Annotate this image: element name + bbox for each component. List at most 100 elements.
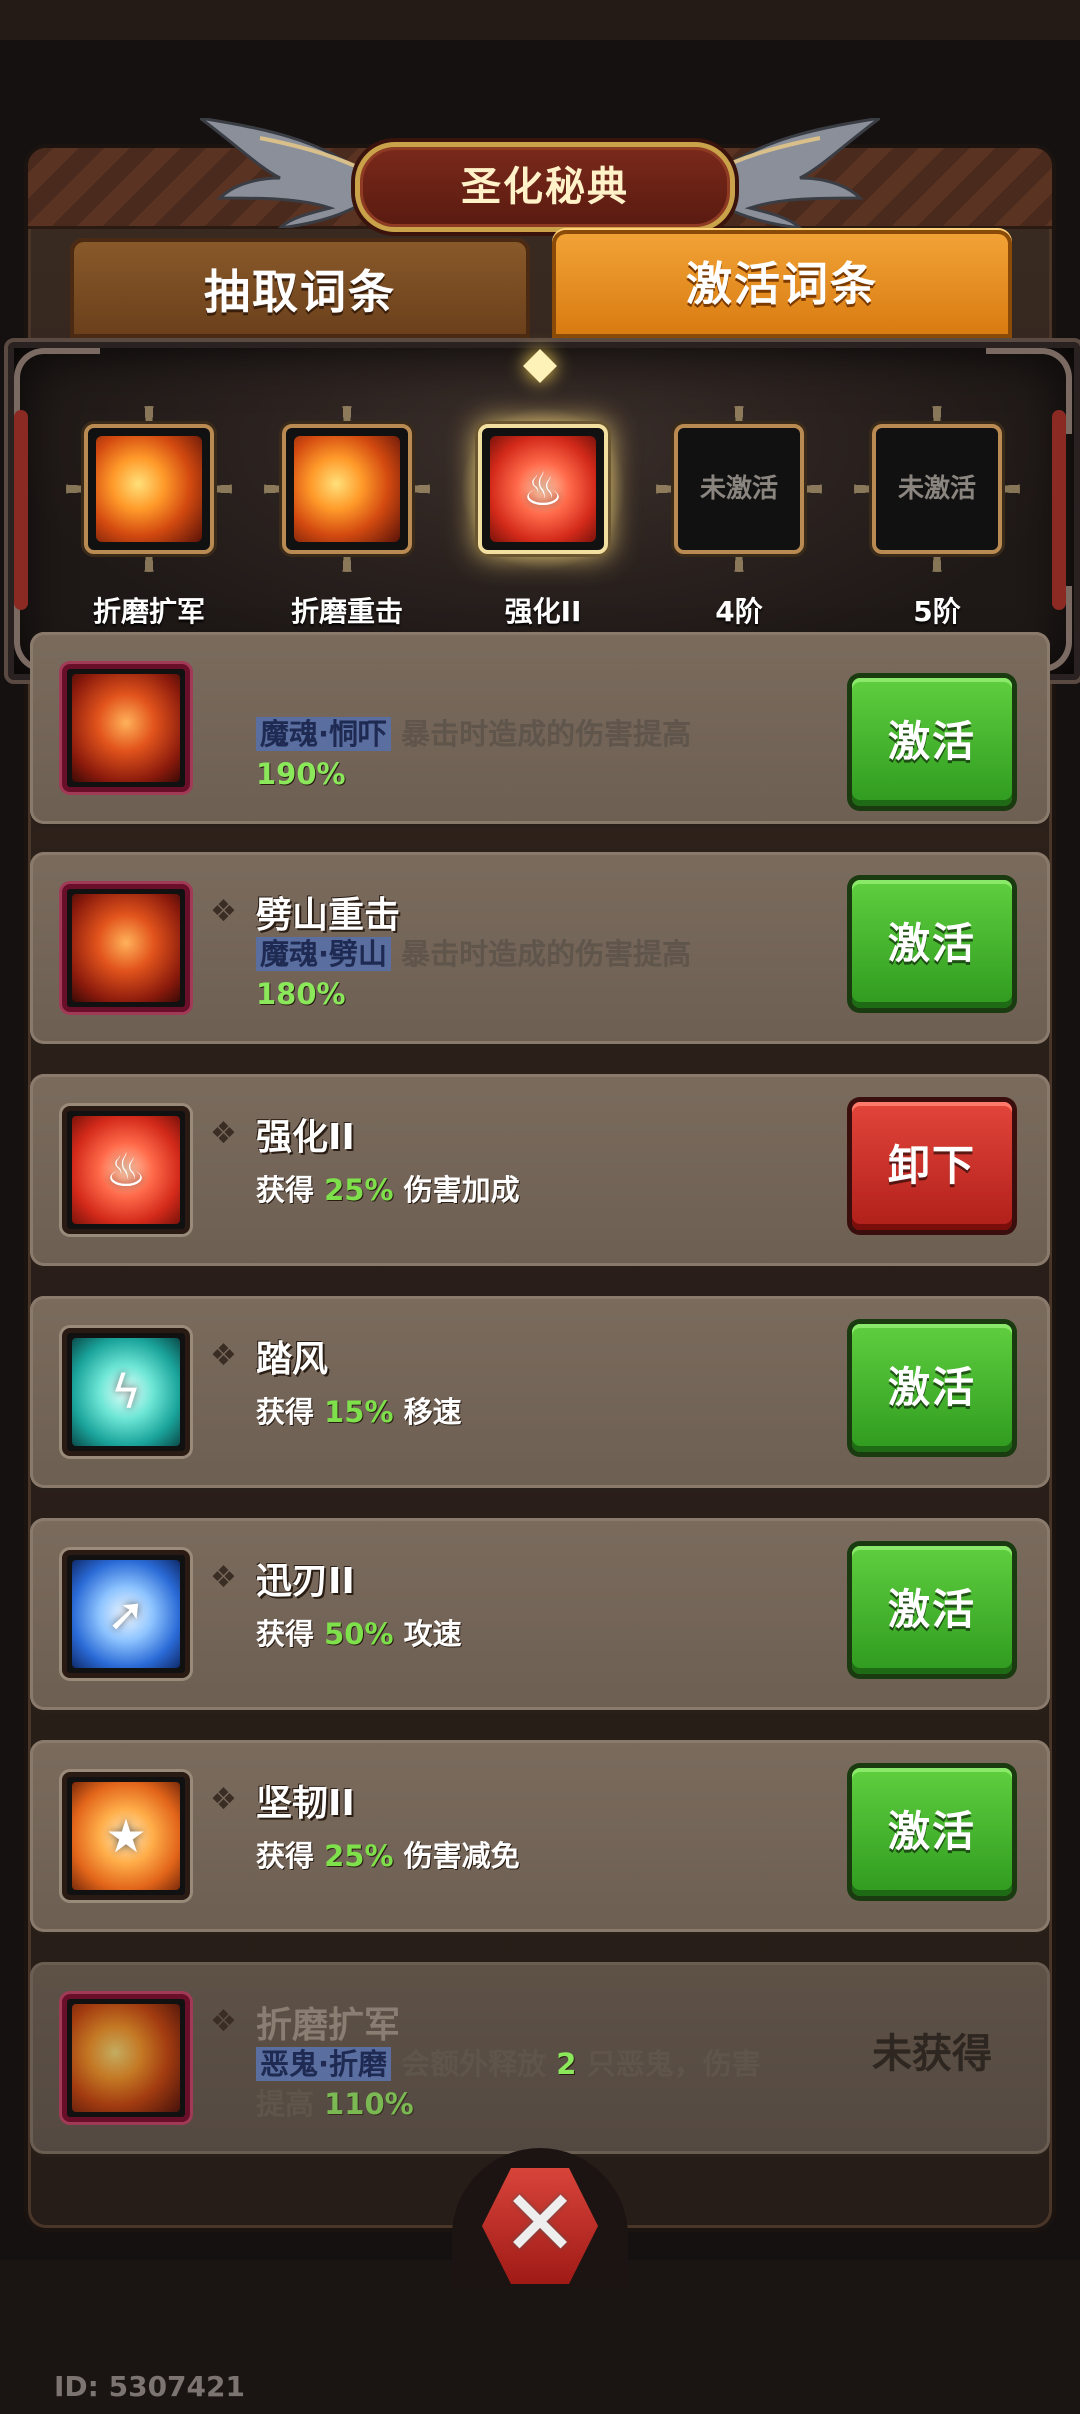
entry-name: 迅刃II [256, 1561, 355, 1602]
diamond-bullet-icon: ❖ [210, 1560, 237, 1595]
entry-name: 踏风 [256, 1339, 329, 1380]
demon-head-icon [72, 894, 180, 1002]
player-id: ID: 5307421 [54, 2370, 245, 2403]
entry-card: ϟ ❖ 踏风 获得 15% 移速 激活 [30, 1296, 1050, 1488]
slot-empty-text: 未激活 [897, 474, 976, 504]
entry-desc-text: 提高 [256, 2087, 315, 2121]
frame-side-bar [1052, 410, 1066, 610]
entry-card: 魔魂·恫吓 暴击时造成的伤害提高 190% 激活 [30, 632, 1050, 824]
close-icon[interactable]: ✕ [482, 2168, 598, 2284]
slot-1[interactable] [66, 406, 232, 572]
slot-1-label: 折磨扩军 [92, 595, 205, 628]
entry-card: ★ ❖ 坚韧II 获得 25% 伤害减免 激活 [30, 1740, 1050, 1932]
wind-boot-icon: ϟ [72, 1338, 180, 1446]
entry-description: 恶鬼·折磨 会额外释放 2 只恶鬼，伤害 提高 110% [256, 2044, 816, 2124]
flame-glyph-icon: ♨ [105, 1143, 147, 1197]
entry-keyword: 魔魂·劈山 [256, 937, 392, 971]
slot-box: 未激活 [872, 424, 1002, 554]
entry-icon-frame: ϟ [62, 1328, 190, 1456]
slot-2[interactable] [264, 406, 430, 572]
entry-value: 25% [324, 1839, 394, 1873]
arrow-glyph-icon: ➚ [106, 1587, 146, 1641]
slot-box [84, 424, 214, 554]
entry-description: 获得 25% 伤害加成 [256, 1170, 816, 1210]
entry-post-text: 伤害减免 [403, 1839, 520, 1873]
slot-box [282, 424, 412, 554]
entry-value: 50% [324, 1617, 394, 1651]
activate-button[interactable]: 激活 [852, 1546, 1012, 1674]
left-wing-icon [200, 118, 370, 228]
slot-box: 未激活 [674, 424, 804, 554]
wind-glyph-icon: ϟ [110, 1365, 142, 1419]
red-burst-icon: ♨ [490, 436, 596, 542]
page-title: 圣化秘典 [355, 142, 735, 232]
entry-pre-text: 获得 [256, 1395, 315, 1429]
fire-orb-icon [96, 436, 202, 542]
entry-name: 强化II [256, 1117, 355, 1158]
tab-draw-entries[interactable]: 抽取词条 [70, 238, 530, 338]
entry-description: 获得 15% 移速 [256, 1392, 816, 1432]
diamond-bullet-icon: ❖ [210, 2004, 237, 2039]
demon-head-icon [72, 674, 180, 782]
shield-star-icon: ★ [72, 1782, 180, 1890]
entry-post-text: 攻速 [403, 1617, 462, 1651]
entry-description: 魔魂·恫吓 暴击时造成的伤害提高 190% [256, 714, 816, 794]
diamond-bullet-icon: ❖ [210, 894, 237, 929]
entry-icon-frame [62, 664, 190, 792]
entry-value: 180% [256, 977, 346, 1011]
entry-desc-text: 暴击时造成的伤害提高 [401, 717, 692, 751]
frame-side-bar [14, 410, 28, 610]
activate-button[interactable]: 激活 [852, 1768, 1012, 1896]
tab-activate-entries[interactable]: 激活词条 [552, 230, 1012, 338]
activate-button[interactable]: 激活 [852, 1324, 1012, 1452]
activate-button[interactable]: 激活 [852, 880, 1012, 1008]
entry-description: 魔魂·劈山 暴击时造成的伤害提高 180% [256, 934, 816, 1014]
star-glyph-icon: ★ [105, 1809, 147, 1863]
entry-value: 190% [256, 757, 346, 791]
entry-keyword: 恶鬼·折磨 [256, 2047, 392, 2081]
fire-orb-icon [72, 2004, 180, 2112]
entry-count: 2 [556, 2047, 577, 2081]
entry-name: 折磨扩军 [256, 2005, 401, 2046]
entry-pre-text: 获得 [256, 1617, 315, 1651]
entry-value: 15% [324, 1395, 394, 1429]
entry-desc-text: 会额外释放 [401, 2047, 547, 2081]
unequip-button[interactable]: 卸下 [852, 1102, 1012, 1230]
entry-icon-frame: ➚ [62, 1550, 190, 1678]
right-wing-icon [710, 118, 880, 228]
entry-card: ➚ ❖ 迅刃II 获得 50% 攻速 激活 [30, 1518, 1050, 1710]
entry-pre-text: 获得 [256, 1173, 315, 1207]
entry-description: 获得 50% 攻速 [256, 1614, 816, 1654]
red-burst-icon: ♨ [72, 1116, 180, 1224]
slot-2-label: 折磨重击 [290, 595, 403, 628]
blade-arrow-icon: ➚ [72, 1560, 180, 1668]
slot-empty-text: 未激活 [699, 474, 778, 504]
entry-icon-frame: ♨ [62, 1106, 190, 1234]
slot-3-label: 强化II [504, 595, 582, 628]
slot-4[interactable]: 未激活 [656, 406, 822, 572]
fire-orb-icon [294, 436, 400, 542]
entry-pre-text: 获得 [256, 1839, 315, 1873]
entry-card: ❖ 折磨扩军 恶鬼·折磨 会额外释放 2 只恶鬼，伤害 提高 110% 未获得 [30, 1962, 1050, 2154]
slot-3[interactable]: ♨ [460, 406, 626, 572]
entry-value: 110% [324, 2087, 414, 2121]
activate-button[interactable]: 激活 [852, 678, 1012, 806]
diamond-bullet-icon: ❖ [210, 1116, 237, 1151]
entry-name: 坚韧II [256, 1783, 355, 1824]
slot-5-label: 5阶 [913, 595, 961, 628]
entry-desc-text: 暴击时造成的伤害提高 [401, 937, 692, 971]
entry-icon-frame [62, 1994, 190, 2122]
diamond-bullet-icon: ❖ [210, 1782, 237, 1817]
entry-card: ❖ 劈山重击 魔魂·劈山 暴击时造成的伤害提高 180% 激活 [30, 852, 1050, 1044]
entry-description: 获得 25% 伤害减免 [256, 1836, 816, 1876]
flame-glyph-icon: ♨ [522, 462, 564, 516]
entry-desc-text: 只恶鬼，伤害 [586, 2047, 761, 2081]
entry-icon-frame [62, 884, 190, 1012]
entry-name: 劈山重击 [256, 895, 401, 936]
slot-box: ♨ [478, 424, 608, 554]
slot-5[interactable]: 未激活 [854, 406, 1020, 572]
entry-post-text: 移速 [403, 1395, 462, 1429]
diamond-bullet-icon: ❖ [210, 1338, 237, 1373]
slot-4-label: 4阶 [715, 595, 763, 628]
entry-keyword: 魔魂·恫吓 [256, 717, 392, 751]
